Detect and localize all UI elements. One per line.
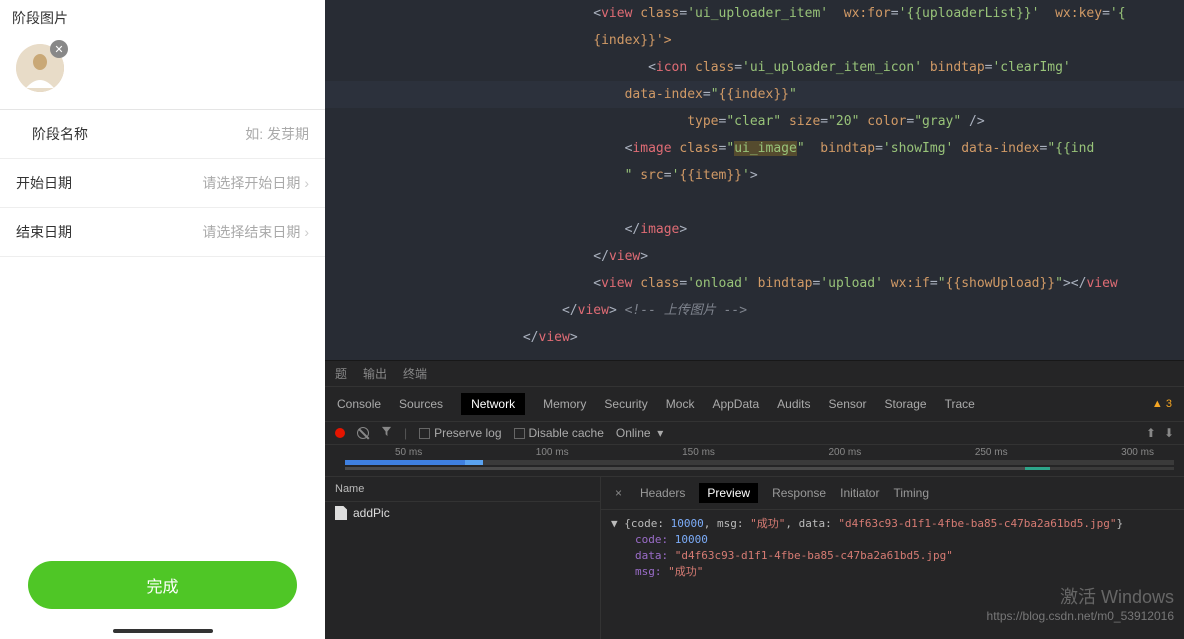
resp-tab-timing[interactable]: Timing xyxy=(893,486,929,500)
home-indicator xyxy=(113,629,213,633)
network-timeline[interactable]: 50 ms 100 ms 150 ms 200 ms 250 ms 300 ms xyxy=(325,445,1184,477)
start-date-label: 开始日期 xyxy=(16,173,72,193)
close-icon[interactable]: ✕ xyxy=(50,40,68,58)
tab-console[interactable]: Console xyxy=(337,397,381,411)
end-date-label: 结束日期 xyxy=(16,222,72,242)
end-date-row[interactable]: 结束日期 请选择结束日期› xyxy=(0,208,325,257)
stage-name-row[interactable]: 阶段名称 如: 发芽期 xyxy=(0,110,325,159)
resp-tab-response[interactable]: Response xyxy=(772,486,826,500)
section-title: 阶段图片 xyxy=(0,0,325,36)
clear-icon[interactable] xyxy=(357,427,369,439)
resp-tab-preview[interactable]: Preview xyxy=(699,483,758,503)
end-date-placeholder: 请选择结束日期 xyxy=(202,222,300,242)
tab-storage[interactable]: Storage xyxy=(885,397,927,411)
blog-url-watermark: https://blog.csdn.net/m0_53912016 xyxy=(987,609,1174,623)
import-icon[interactable]: ⬆ xyxy=(1146,426,1156,440)
avatar-row: ✕ xyxy=(0,36,325,110)
funnel-icon[interactable] xyxy=(381,426,392,440)
resp-tab-initiator[interactable]: Initiator xyxy=(840,486,879,500)
throttle-select[interactable]: Online ▾ xyxy=(616,426,663,440)
tab-trace[interactable]: Trace xyxy=(945,397,975,411)
tab-audits[interactable]: Audits xyxy=(777,397,810,411)
tab-sources[interactable]: Sources xyxy=(399,397,443,411)
devtools-tabs: Console Sources Network Memory Security … xyxy=(325,387,1184,422)
file-icon xyxy=(335,506,347,520)
mobile-simulator: 阶段图片 ✕ 阶段名称 如: 发芽期 开始日期 请选择开始日期› 结束日期 请选… xyxy=(0,0,325,639)
start-date-row[interactable]: 开始日期 请选择开始日期› xyxy=(0,159,325,208)
export-icon[interactable]: ⬇ xyxy=(1164,426,1174,440)
tab-memory[interactable]: Memory xyxy=(543,397,586,411)
request-item[interactable]: addPic xyxy=(325,502,600,524)
tab-mock[interactable]: Mock xyxy=(666,397,695,411)
submit-button[interactable]: 完成 xyxy=(28,561,297,609)
tab-network[interactable]: Network xyxy=(461,393,525,415)
tab-output[interactable]: 输出 xyxy=(363,365,387,382)
tab-terminal[interactable]: 终端 xyxy=(403,365,427,382)
devtools-panel: 题 输出 终端 Console Sources Network Memory S… xyxy=(325,360,1184,639)
tab-appdata[interactable]: AppData xyxy=(712,397,759,411)
network-toolbar: | Preserve log Disable cache Online ▾ ⬆⬇ xyxy=(325,422,1184,445)
stage-name-placeholder: 如: 发芽期 xyxy=(245,124,309,144)
request-list-header: Name xyxy=(325,477,600,502)
chevron-right-icon: › xyxy=(304,224,309,240)
chevron-right-icon: › xyxy=(304,175,309,191)
tab-problems[interactable]: 题 xyxy=(335,365,347,382)
request-list: Name addPic xyxy=(325,477,601,639)
devtools-topbar: 题 输出 终端 xyxy=(325,361,1184,387)
start-date-placeholder: 请选择开始日期 xyxy=(202,173,300,193)
close-icon[interactable]: × xyxy=(615,486,622,500)
avatar-item[interactable]: ✕ xyxy=(16,44,64,92)
resp-tab-headers[interactable]: Headers xyxy=(640,486,685,500)
preserve-log-checkbox[interactable]: Preserve log xyxy=(419,426,501,440)
disable-cache-checkbox[interactable]: Disable cache xyxy=(514,426,604,440)
tab-sensor[interactable]: Sensor xyxy=(829,397,867,411)
code-editor[interactable]: <view class='ui_uploader_item' wx:for='{… xyxy=(325,0,1184,360)
ide-panel: <view class='ui_uploader_item' wx:for='{… xyxy=(325,0,1184,639)
record-icon[interactable] xyxy=(335,428,345,438)
warning-badge[interactable]: ▲ 3 xyxy=(1152,398,1172,410)
stage-name-label: 阶段名称 xyxy=(32,124,88,144)
tab-security[interactable]: Security xyxy=(604,397,647,411)
